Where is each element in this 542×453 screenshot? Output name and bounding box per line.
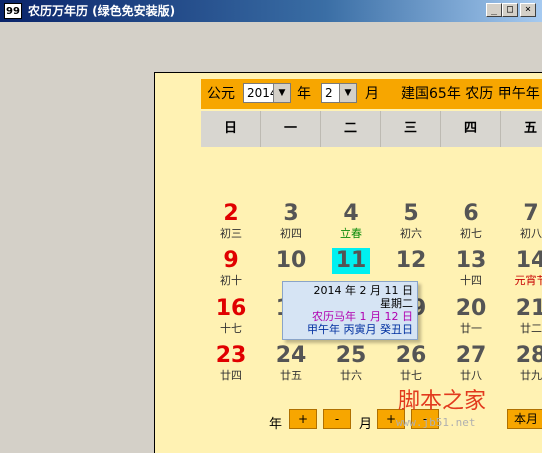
lunar-date: 廿一 (460, 322, 482, 335)
day-cell[interactable]: 24 廿五 (261, 343, 321, 393)
lunar-date: 廿六 (340, 369, 362, 382)
lunar-date: 初八 (520, 227, 542, 240)
day-cell[interactable]: 21 廿二 (501, 296, 542, 346)
watermark-logo: 脚本之家 (398, 389, 487, 414)
day-number: 5 (403, 201, 419, 226)
day-number: 9 (223, 248, 239, 273)
window-title: 农历万年历 (绿色免安装版) (28, 4, 176, 18)
day-cell[interactable]: 6 初七 (441, 201, 501, 251)
day-number: 24 (275, 343, 307, 368)
weekday-mon: 一 (261, 111, 321, 147)
lunar-date: 初三 (220, 227, 242, 240)
day-number: 27 (455, 343, 487, 368)
day-cell[interactable]: 5 初六 (381, 201, 441, 251)
weekday-fri: 五 (501, 111, 542, 147)
calendar-header: 公元 2014 ▼ 年 2 ▼ 月 建国65年 农历 甲午年 (201, 79, 542, 109)
lunar-date: 初四 (280, 227, 302, 240)
day-cell[interactable]: 16 十七 (201, 296, 261, 346)
day-number: 21 (515, 296, 542, 321)
day-number: 16 (215, 296, 247, 321)
day-cell[interactable]: 20 廿一 (441, 296, 501, 346)
maximize-button[interactable]: □ (502, 3, 518, 17)
month-select-value: 2 (325, 86, 333, 100)
year-minus-button[interactable]: - (323, 409, 351, 429)
day-number: 11 (321, 248, 381, 274)
day-cell[interactable]: 23 廿四 (201, 343, 261, 393)
month-unit: 月 (365, 86, 379, 102)
lunar-date: 十七 (220, 322, 242, 335)
day-number: 13 (455, 248, 487, 273)
this-month-button[interactable]: 本月 (507, 409, 542, 429)
lunar-date: 立春 (340, 227, 362, 240)
close-button[interactable]: × (520, 3, 536, 17)
day-cell[interactable]: 2 初三 (201, 201, 261, 251)
date-tooltip: 2014 年 2 月 11 日 星期二 农历马年 1 月 12 日 甲午年 丙寅… (282, 281, 418, 340)
lunar-date: 初七 (460, 227, 482, 240)
lunar-date: 廿二 (520, 322, 542, 335)
today-highlight: 11 (331, 248, 371, 274)
day-cell[interactable]: 4 立春 (321, 201, 381, 251)
lunar-date: 廿七 (400, 369, 422, 382)
watermark-url: www.jb51.net (396, 416, 476, 429)
lunar-date: 廿四 (220, 369, 242, 382)
day-number: 23 (215, 343, 247, 368)
day-cell[interactable]: 7 初八 (501, 201, 542, 251)
year-unit: 年 (297, 86, 311, 102)
day-number: 2 (223, 201, 239, 226)
weekday-wed: 三 (381, 111, 441, 147)
day-number: 14 (515, 248, 542, 273)
day-number: 12 (395, 248, 427, 273)
day-number: 10 (275, 248, 307, 273)
chevron-down-icon[interactable]: ▼ (273, 84, 290, 102)
day-cell[interactable]: 25 廿六 (321, 343, 381, 393)
weekday-sun: 日 (201, 111, 261, 147)
day-number: 7 (523, 201, 539, 226)
day-number: 3 (283, 201, 299, 226)
day-number: 4 (343, 201, 359, 226)
bottom-year-label: 年 (269, 417, 283, 432)
day-cell[interactable]: 28 廿九 (501, 343, 542, 393)
day-number: 28 (515, 343, 542, 368)
weekday-thu: 四 (441, 111, 501, 147)
minimize-button[interactable]: _ (486, 3, 502, 17)
lunar-date: 廿八 (460, 369, 482, 382)
lunar-date: 元宵节 (514, 274, 542, 287)
lunar-date: 初十 (220, 274, 242, 287)
day-number: 25 (335, 343, 367, 368)
title-bar: 99 农历万年历 (绿色免安装版) _ □ × (0, 0, 542, 22)
lunar-date: 廿九 (520, 369, 542, 382)
bottom-month-label: 月 (359, 417, 373, 432)
lunar-date: 十四 (460, 274, 482, 287)
lunar-date: 初六 (400, 227, 422, 240)
tooltip-ganzhi: 甲午年 丙寅月 癸丑日 (307, 323, 413, 336)
day-cell[interactable]: 9 初十 (201, 248, 261, 298)
day-number: 6 (463, 201, 479, 226)
year-select[interactable]: 2014 ▼ (243, 83, 291, 103)
day-number: 26 (395, 343, 427, 368)
weekday-header: 日 一 二 三 四 五 (201, 111, 542, 147)
day-cell[interactable]: 13 十四 (441, 248, 501, 298)
weekday-tue: 二 (321, 111, 381, 147)
gregorian-label: 公元 (207, 86, 235, 102)
day-cell[interactable]: 14元宵节 (501, 248, 542, 298)
app-icon: 99 (4, 3, 22, 19)
chevron-down-icon[interactable]: ▼ (339, 84, 356, 102)
lunar-date: 廿五 (280, 369, 302, 382)
year-plus-button[interactable]: + (289, 409, 317, 429)
day-number: 20 (455, 296, 487, 321)
day-cell[interactable]: 3 初四 (261, 201, 321, 251)
era-label: 建国65年 农历 甲午年 (401, 86, 540, 102)
month-select[interactable]: 2 ▼ (321, 83, 357, 103)
